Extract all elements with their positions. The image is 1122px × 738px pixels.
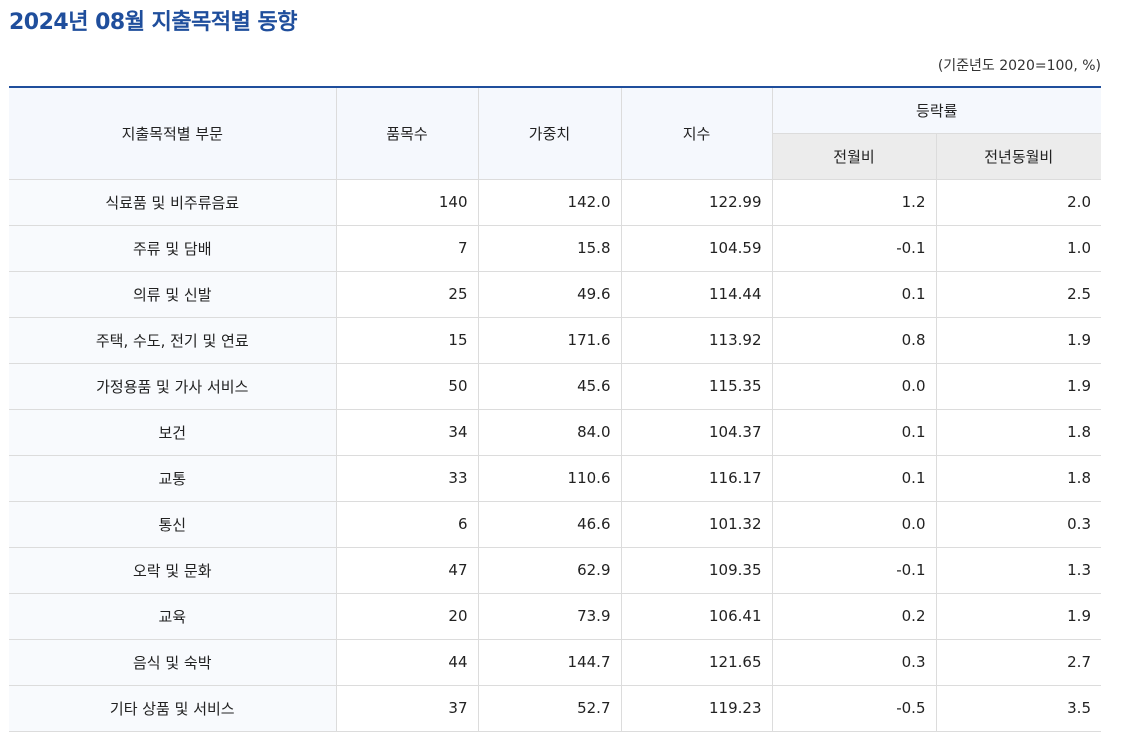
header-items: 품목수 xyxy=(335,86,479,180)
cell-weight: 144.7 xyxy=(477,638,622,686)
cell-category: 식료품 및 비주류음료 xyxy=(9,178,337,226)
cell-mom: 0.1 xyxy=(771,270,937,318)
table-row: 주류 및 담배 7 15.8 104.59 -0.1 1.0 xyxy=(9,224,1101,272)
cell-yoy: 2.7 xyxy=(935,638,1101,686)
cell-items: 6 xyxy=(335,500,479,548)
table-row: 식료품 및 비주류음료 140 142.0 122.99 1.2 2.0 xyxy=(9,178,1101,226)
cell-yoy: 1.0 xyxy=(935,224,1101,272)
cell-items: 15 xyxy=(335,316,479,364)
cell-index: 106.41 xyxy=(620,592,773,640)
cell-weight: 49.6 xyxy=(477,270,622,318)
cell-yoy: 1.8 xyxy=(935,454,1101,502)
cell-weight: 62.9 xyxy=(477,546,622,594)
cell-category: 의류 및 신발 xyxy=(9,270,337,318)
cell-index: 104.59 xyxy=(620,224,773,272)
cell-mom: 0.8 xyxy=(771,316,937,364)
cell-category: 교육 xyxy=(9,592,337,640)
cell-weight: 171.6 xyxy=(477,316,622,364)
cell-items: 33 xyxy=(335,454,479,502)
cell-category: 주류 및 담배 xyxy=(9,224,337,272)
table-row: 보건 34 84.0 104.37 0.1 1.8 xyxy=(9,408,1101,456)
cell-category: 교통 xyxy=(9,454,337,502)
cell-mom: -0.1 xyxy=(771,224,937,272)
cell-mom: 0.1 xyxy=(771,408,937,456)
table-row: 교육 20 73.9 106.41 0.2 1.9 xyxy=(9,592,1101,640)
cell-weight: 73.9 xyxy=(477,592,622,640)
cell-index: 116.17 xyxy=(620,454,773,502)
page-title: 2024년 08월 지출목적별 동향 xyxy=(9,10,297,35)
cell-index: 122.99 xyxy=(620,178,773,226)
cell-weight: 46.6 xyxy=(477,500,622,548)
cell-yoy: 2.0 xyxy=(935,178,1101,226)
cell-category: 주택, 수도, 전기 및 연료 xyxy=(9,316,337,364)
cell-items: 50 xyxy=(335,362,479,410)
cell-category: 보건 xyxy=(9,408,337,456)
table-row: 가정용품 및 가사 서비스 50 45.6 115.35 0.0 1.9 xyxy=(9,362,1101,410)
table-row: 의류 및 신발 25 49.6 114.44 0.1 2.5 xyxy=(9,270,1101,318)
header-category: 지출목적별 부문 xyxy=(9,86,337,180)
cell-yoy: 1.9 xyxy=(935,316,1101,364)
header-weight: 가중치 xyxy=(477,86,622,180)
cell-mom: 1.2 xyxy=(771,178,937,226)
cell-index: 119.23 xyxy=(620,684,773,732)
header-mom: 전월비 xyxy=(772,132,937,180)
cell-yoy: 1.9 xyxy=(935,362,1101,410)
cell-weight: 45.6 xyxy=(477,362,622,410)
header-index: 지수 xyxy=(620,86,773,180)
table-row: 오락 및 문화 47 62.9 109.35 -0.1 1.3 xyxy=(9,546,1101,594)
cell-category: 오락 및 문화 xyxy=(9,546,337,594)
cell-items: 44 xyxy=(335,638,479,686)
table-row: 교통 33 110.6 116.17 0.1 1.8 xyxy=(9,454,1101,502)
cell-category: 기타 상품 및 서비스 xyxy=(9,684,337,732)
cell-mom: 0.0 xyxy=(771,500,937,548)
cell-items: 34 xyxy=(335,408,479,456)
cell-items: 7 xyxy=(335,224,479,272)
cell-category: 음식 및 숙박 xyxy=(9,638,337,686)
cell-index: 101.32 xyxy=(620,500,773,548)
table-row: 음식 및 숙박 44 144.7 121.65 0.3 2.7 xyxy=(9,638,1101,686)
cell-mom: 0.2 xyxy=(771,592,937,640)
cell-index: 114.44 xyxy=(620,270,773,318)
cell-yoy: 1.9 xyxy=(935,592,1101,640)
cell-weight: 84.0 xyxy=(477,408,622,456)
cell-items: 20 xyxy=(335,592,479,640)
stats-table: 지출목적별 부문 품목수 가중치 지수 등락률 전월비 전년동월비 식료품 및 … xyxy=(9,86,1101,732)
cell-mom: 0.0 xyxy=(771,362,937,410)
cell-weight: 52.7 xyxy=(477,684,622,732)
cell-mom: -0.1 xyxy=(771,546,937,594)
cell-yoy: 0.3 xyxy=(935,500,1101,548)
cell-yoy: 2.5 xyxy=(935,270,1101,318)
table-header-row: 지출목적별 부문 품목수 가중치 지수 등락률 xyxy=(9,86,1101,180)
cell-items: 37 xyxy=(335,684,479,732)
cell-weight: 15.8 xyxy=(477,224,622,272)
table-row: 기타 상품 및 서비스 37 52.7 119.23 -0.5 3.5 xyxy=(9,684,1101,732)
cell-mom: 0.1 xyxy=(771,454,937,502)
cell-items: 47 xyxy=(335,546,479,594)
cell-index: 109.35 xyxy=(620,546,773,594)
cell-yoy: 3.5 xyxy=(935,684,1101,732)
header-yoy: 전년동월비 xyxy=(935,132,1101,180)
cell-mom: 0.3 xyxy=(771,638,937,686)
cell-index: 113.92 xyxy=(620,316,773,364)
cell-category: 가정용품 및 가사 서비스 xyxy=(9,362,337,410)
table-row: 통신 6 46.6 101.32 0.0 0.3 xyxy=(9,500,1101,548)
cell-items: 25 xyxy=(335,270,479,318)
cell-yoy: 1.3 xyxy=(935,546,1101,594)
cell-weight: 142.0 xyxy=(477,178,622,226)
table-body: 식료품 및 비주류음료 140 142.0 122.99 1.2 2.0 주류 및 담배 7 1… xyxy=(9,178,1101,732)
cell-index: 121.65 xyxy=(620,638,773,686)
unit-note: (기준년도 2020=100, %) xyxy=(937,58,1101,74)
cell-weight: 110.6 xyxy=(477,454,622,502)
cell-yoy: 1.8 xyxy=(935,408,1101,456)
table-row: 주택, 수도, 전기 및 연료 15 171.6 113.92 0.8 1.9 xyxy=(9,316,1101,364)
header-change-rate: 등락률 xyxy=(771,86,1101,134)
cell-index: 115.35 xyxy=(620,362,773,410)
cell-items: 140 xyxy=(335,178,479,226)
cell-category: 통신 xyxy=(9,500,337,548)
cell-index: 104.37 xyxy=(620,408,773,456)
cell-mom: -0.5 xyxy=(771,684,937,732)
